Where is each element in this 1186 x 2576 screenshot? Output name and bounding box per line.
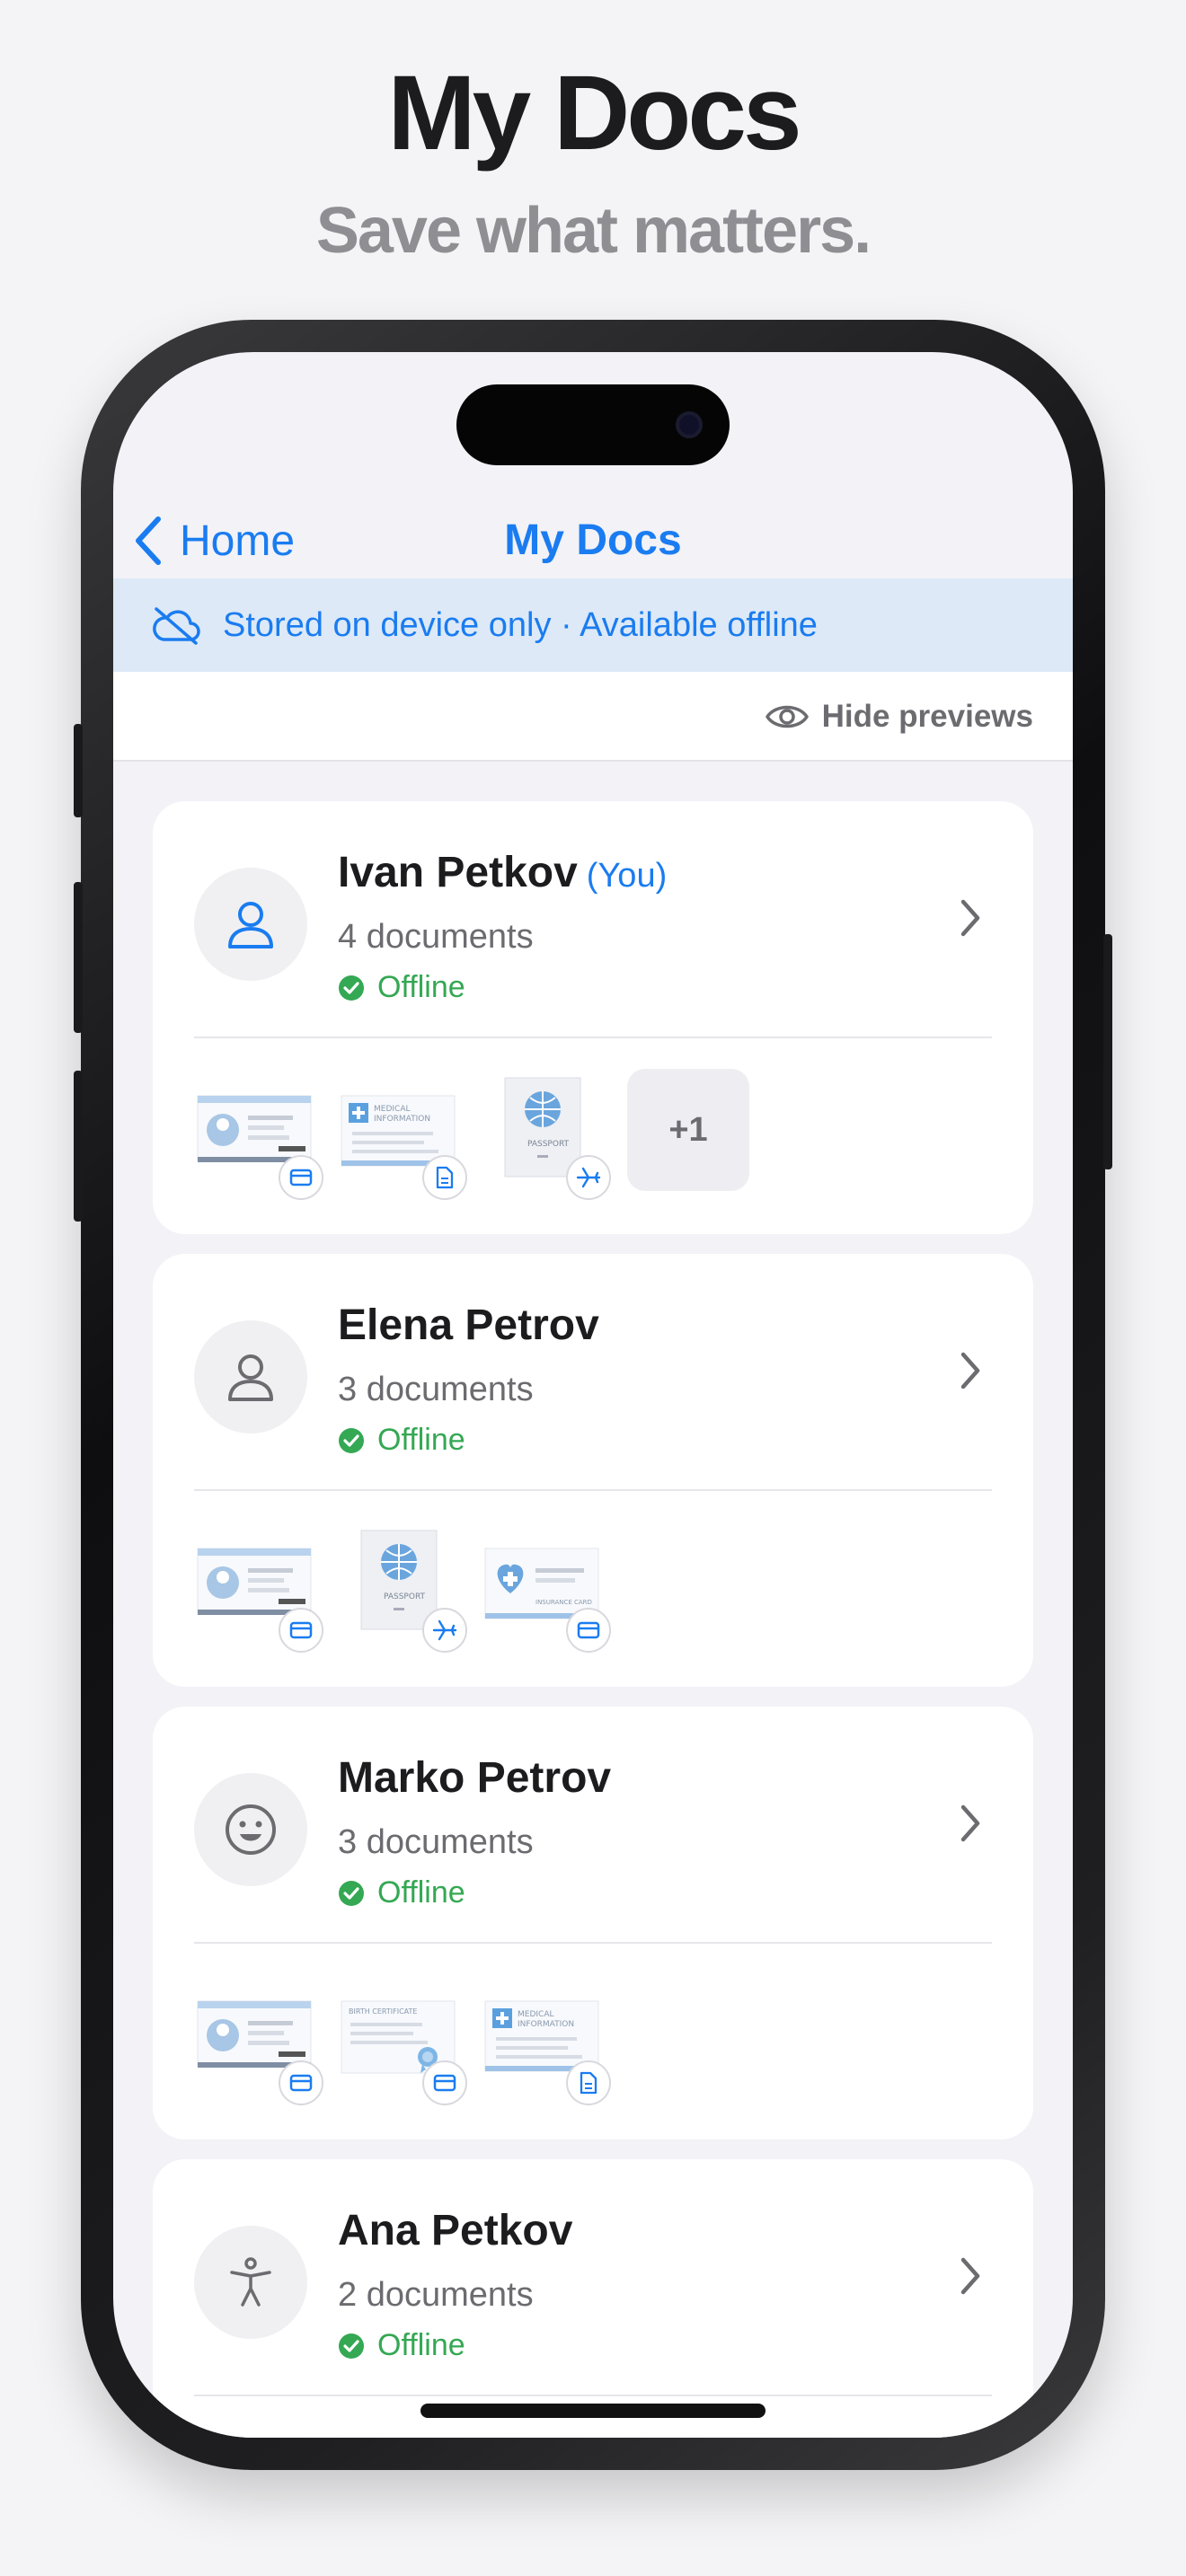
promo-subtitle: Save what matters. [315,195,872,267]
divider [194,1489,992,1491]
person-name: Elena Petrov [338,1301,599,1349]
hide-previews-button[interactable]: Hide previews [765,672,1033,762]
divider [194,1942,992,1944]
promo-title: My Docs [387,54,801,172]
svg-text:INFORMATION: INFORMATION [518,2020,574,2029]
document-icon [422,1155,467,1200]
document-icon [566,2060,611,2105]
checkmark-circle-icon [338,975,365,1001]
svg-text:INFORMATION: INFORMATION [374,1115,430,1124]
offline-status: Offline [338,2328,465,2363]
document-thumbnail-medical[interactable]: MEDICAL INFORMATION [483,1974,611,2105]
svg-text:INSURANCE CARD: INSURANCE CARD [535,1599,592,1606]
plane-icon [422,1608,467,1653]
document-count: 3 documents [338,1371,534,1408]
chevron-right-icon [958,1349,983,1392]
checkmark-circle-icon [338,2333,365,2360]
card-icon [279,2060,323,2105]
person-card: Marko Petrov 3 documents Offline BIRTH C… [153,1707,1033,2139]
person-card: Elena Petrov 3 documents Offline PASSPOR… [153,1254,1033,1687]
you-label: (You) [586,857,668,895]
card-icon [279,1155,323,1200]
chevron-right-icon [958,2254,983,2298]
document-count: 3 documents [338,1823,534,1861]
preview-toolbar: Hide previews [113,672,1073,762]
person-card: Ivan Petkov (You) 4 documents Offline ME… [153,801,1033,1234]
offline-status: Offline [338,970,465,1005]
document-thumbnail-id-card[interactable] [196,1974,323,2105]
document-previews: PASSPORT INSURANCE CARD [196,1522,611,1656]
people-list: Ivan Petkov (You) 4 documents Offline ME… [153,801,1033,2438]
smiley-icon [194,1773,307,1886]
offline-status: Offline [338,1875,465,1910]
offline-status: Offline [338,1423,465,1458]
card-icon [566,1608,611,1653]
chevron-right-icon [958,1802,983,1845]
status-label: Offline [377,2328,465,2362]
svg-text:MEDICAL: MEDICAL [518,2010,554,2019]
plane-icon [566,1155,611,1200]
checkmark-circle-icon [338,1880,365,1907]
banner-text: Stored on device only · Available offlin… [223,605,818,644]
document-thumbnail-id-card[interactable] [196,1069,323,1200]
power-button [1103,934,1112,1169]
document-previews: BIRTH CERTIFICATE MEDICAL INFORMATION [196,1974,611,2109]
home-indicator [420,2404,766,2418]
status-label: Offline [377,1875,465,1910]
person-icon [194,868,307,981]
card-icon [422,2060,467,2105]
person-row[interactable]: Ana Petkov 2 documents Offline [153,2159,1033,2396]
dynamic-island [456,384,730,465]
svg-text:MEDICAL: MEDICAL [374,1105,411,1114]
person-name: Ivan Petkov [338,849,578,896]
document-count: 4 documents [338,918,534,956]
action-button [74,724,83,817]
document-thumbnail-birth-certificate[interactable]: BIRTH CERTIFICATE [340,1974,467,2105]
svg-text:BIRTH CERTIFICATE: BIRTH CERTIFICATE [349,2007,417,2016]
svg-text:PASSPORT: PASSPORT [527,1140,570,1149]
volume-up-button [74,882,83,1033]
person-row[interactable]: Ivan Petkov (You) 4 documents Offline [153,801,1033,1038]
divider [194,1037,992,1038]
person-name: Ana Petkov [338,2207,573,2254]
document-thumbnail-passport[interactable]: PASSPORT [340,1522,467,1653]
person-icon [194,1320,307,1434]
document-thumbnail-medical[interactable]: MEDICAL INFORMATION [340,1069,467,1200]
status-label: Offline [377,970,465,1004]
document-thumbnail-passport[interactable]: PASSPORT [483,1069,611,1200]
chevron-right-icon [958,896,983,940]
eye-icon [765,701,810,732]
divider [194,2395,992,2396]
document-thumbnail-insurance[interactable]: INSURANCE CARD [483,1522,611,1653]
phone-screen: Home My Docs Stored on device only · Ava… [113,352,1073,2438]
volume-down-button [74,1071,83,1222]
offline-banner: Stored on device only · Available offlin… [113,578,1073,672]
card-icon [279,1608,323,1653]
status-label: Offline [377,1423,465,1457]
document-thumbnail-id-card[interactable] [196,1522,323,1653]
person-row[interactable]: Elena Petrov 3 documents Offline [153,1254,1033,1491]
more-documents-button[interactable]: +1 [627,1069,749,1191]
document-count: 2 documents [338,2276,534,2314]
document-previews: MEDICAL INFORMATION PASSPORT +1 [196,1069,749,1204]
accessibility-icon [194,2226,307,2339]
checkmark-circle-icon [338,1427,365,1454]
hide-previews-label: Hide previews [821,699,1033,734]
person-row[interactable]: Marko Petrov 3 documents Offline [153,1707,1033,1944]
svg-text:PASSPORT: PASSPORT [384,1592,426,1601]
person-name: Marko Petrov [338,1754,612,1802]
person-card: Ana Petkov 2 documents Offline [153,2159,1033,2438]
cloud-off-icon [151,605,201,645]
